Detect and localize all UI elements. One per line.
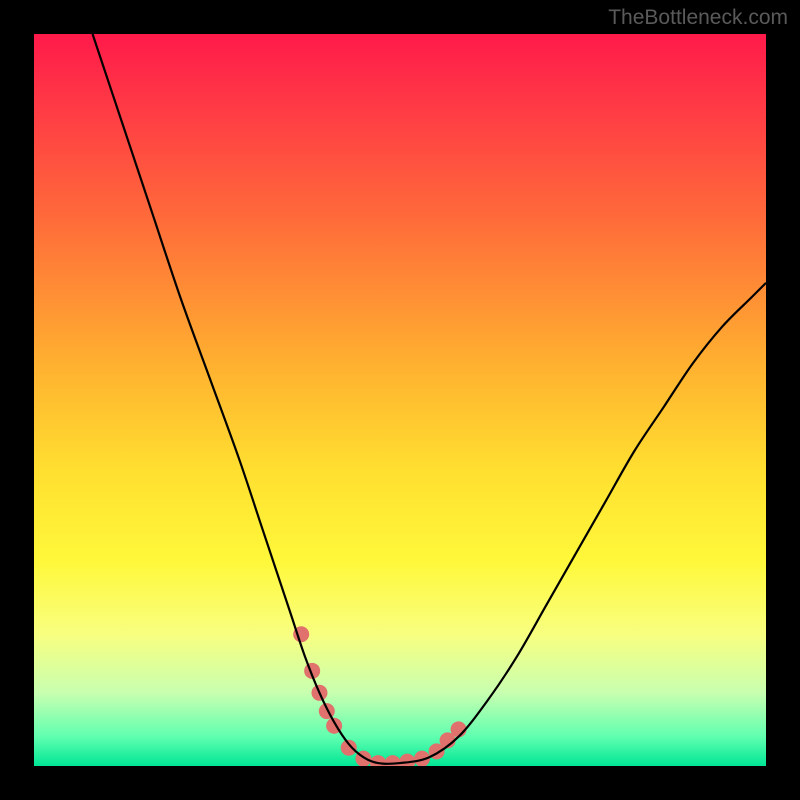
plot-area (34, 34, 766, 766)
bottleneck-curve (93, 34, 766, 764)
marker-point (341, 740, 357, 756)
marker-point (399, 754, 415, 766)
curve-layer (34, 34, 766, 766)
watermark-text: TheBottleneck.com (608, 6, 788, 30)
marker-points (293, 626, 466, 766)
marker-point (319, 703, 335, 719)
